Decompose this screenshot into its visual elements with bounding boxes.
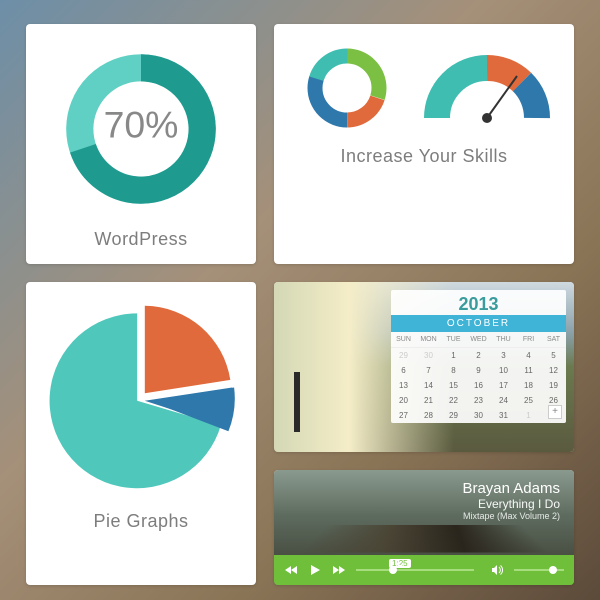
calendar-card: 2013 OCTOBER SUNMONTUEWEDTHUFRISAT 29301… xyxy=(274,282,574,452)
progress-handle[interactable] xyxy=(389,566,397,574)
music-player-card: Brayan Adams Everything I Do Mixtape (Ma… xyxy=(274,470,574,585)
pie-chart xyxy=(46,302,236,492)
calendar-month: OCTOBER xyxy=(391,315,566,332)
calendar-day[interactable]: 25 xyxy=(516,393,541,408)
calendar-day[interactable]: 14 xyxy=(416,378,441,393)
calendar-day[interactable]: 21 xyxy=(416,393,441,408)
donut-chart: 70% xyxy=(56,44,226,214)
calendar-day[interactable]: 27 xyxy=(391,408,416,423)
calendar-day[interactable]: 13 xyxy=(391,378,416,393)
calendar-day[interactable]: 4 xyxy=(516,348,541,363)
calendar-day[interactable]: 16 xyxy=(466,378,491,393)
calendar-day[interactable]: 24 xyxy=(491,393,516,408)
skills-caption: Increase Your Skills xyxy=(284,146,564,167)
calendar-day[interactable]: 6 xyxy=(391,363,416,378)
calendar-day[interactable]: 10 xyxy=(491,363,516,378)
calendar-year: 2013 xyxy=(391,290,566,315)
calendar-day[interactable]: 31 xyxy=(491,408,516,423)
player-artist: Brayan Adams xyxy=(462,480,560,497)
volume-handle[interactable] xyxy=(549,566,557,574)
prev-icon[interactable] xyxy=(284,563,298,577)
calendar-day[interactable]: 2 xyxy=(466,348,491,363)
calendar-day[interactable]: 9 xyxy=(466,363,491,378)
calendar-weekday-header: SUNMONTUEWEDTHUFRISAT xyxy=(391,332,566,348)
calendar-day[interactable]: 19 xyxy=(541,378,566,393)
play-icon[interactable] xyxy=(308,563,322,577)
calendar-day[interactable]: 30 xyxy=(466,408,491,423)
calendar-day[interactable]: 5 xyxy=(541,348,566,363)
calendar-day[interactable]: 1 xyxy=(441,348,466,363)
calendar-day[interactable]: 18 xyxy=(516,378,541,393)
calendar-day[interactable]: 23 xyxy=(466,393,491,408)
wordpress-donut-card: 70% WordPress xyxy=(26,24,256,264)
volume-icon[interactable] xyxy=(490,563,504,577)
calendar-day[interactable]: 15 xyxy=(441,378,466,393)
calendar-day[interactable]: 3 xyxy=(491,348,516,363)
donut-value: 70% xyxy=(104,103,179,145)
calendar-day[interactable]: 22 xyxy=(441,393,466,408)
skills-card: Increase Your Skills xyxy=(274,24,574,264)
progress-track[interactable]: 1:25 xyxy=(356,569,474,571)
donut-caption: WordPress xyxy=(36,229,246,250)
pie-card: Pie Graphs xyxy=(26,282,256,585)
calendar-day[interactable]: 12 xyxy=(541,363,566,378)
calendar-day[interactable]: 20 xyxy=(391,393,416,408)
calendar-panel[interactable]: 2013 OCTOBER SUNMONTUEWEDTHUFRISAT 29301… xyxy=(391,290,566,423)
player-controls: 1:25 xyxy=(274,555,574,585)
calendar-day[interactable]: 29 xyxy=(391,348,416,363)
pie-caption: Pie Graphs xyxy=(36,511,246,532)
calendar-day[interactable]: 28 xyxy=(416,408,441,423)
calendar-day[interactable]: 8 xyxy=(441,363,466,378)
calendar-day[interactable]: 1 xyxy=(516,408,541,423)
volume-track[interactable] xyxy=(514,569,564,571)
gauge-chart xyxy=(422,48,552,128)
player-track: Everything I Do xyxy=(462,497,560,511)
calendar-day[interactable]: 29 xyxy=(441,408,466,423)
calendar-day[interactable]: 11 xyxy=(516,363,541,378)
next-icon[interactable] xyxy=(332,563,346,577)
calendar-body[interactable]: 2930123456789101112131415161718192021222… xyxy=(391,348,566,423)
player-subtitle: Mixtape (Max Volume 2) xyxy=(462,511,560,521)
calendar-day[interactable]: 30 xyxy=(416,348,441,363)
calendar-add-button[interactable]: + xyxy=(548,405,562,419)
calendar-day[interactable]: 17 xyxy=(491,378,516,393)
calendar-day[interactable]: 7 xyxy=(416,363,441,378)
ring-chart xyxy=(297,38,397,138)
